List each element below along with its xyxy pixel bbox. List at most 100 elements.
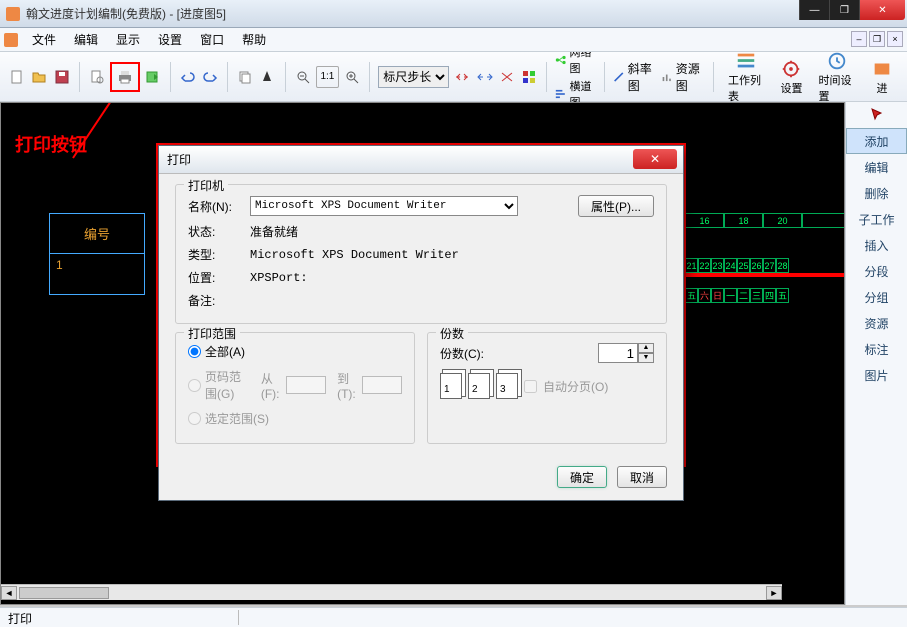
cal-cell: 18	[724, 213, 763, 228]
menu-settings[interactable]: 设置	[150, 29, 190, 50]
save-icon[interactable]	[52, 66, 70, 88]
collate-label: 自动分页(O)	[543, 378, 608, 395]
printer-select[interactable]: Microsoft XPS Document Writer	[250, 196, 518, 216]
cancel-button[interactable]: 取消	[617, 466, 667, 488]
slope-view-button[interactable]: 斜率图	[613, 60, 657, 94]
undo-icon[interactable]	[179, 66, 197, 88]
cal-cell: 一	[724, 288, 737, 303]
gantt-row-id: 1	[50, 254, 144, 294]
cal-cell: 六	[698, 288, 711, 303]
scroll-left-icon[interactable]: ◄	[1, 586, 17, 600]
to-input	[362, 376, 402, 394]
dialog-titlebar[interactable]: 打印 ✕	[159, 146, 683, 174]
cal-cell: 23	[711, 258, 724, 273]
app-icon	[6, 7, 20, 21]
cal-cell: 22	[698, 258, 711, 273]
cal-cell: 25	[737, 258, 750, 273]
settings-button[interactable]: 设置	[774, 56, 808, 98]
side-edit[interactable]: 编辑	[846, 154, 907, 180]
scale-select[interactable]: 标尺步长	[378, 66, 449, 88]
menu-view[interactable]: 显示	[108, 29, 148, 50]
side-subtask[interactable]: 子工作	[846, 206, 907, 232]
side-segment[interactable]: 分段	[846, 258, 907, 284]
side-annotate[interactable]: 标注	[846, 336, 907, 362]
mdi-minimize-button[interactable]: –	[851, 31, 867, 47]
spotlight-icon[interactable]	[258, 66, 276, 88]
range-all-radio[interactable]	[188, 345, 201, 358]
arrows-out-icon[interactable]	[476, 66, 494, 88]
gantt-col-header: 编号	[50, 214, 144, 254]
menubar: 文件 编辑 显示 设置 窗口 帮助 – ❐ ×	[0, 28, 907, 52]
preview-icon[interactable]	[88, 66, 106, 88]
collapse-icon[interactable]	[498, 66, 516, 88]
pointer-icon[interactable]	[846, 102, 907, 128]
side-resource[interactable]: 资源	[846, 310, 907, 336]
copy-icon[interactable]	[236, 66, 254, 88]
horizontal-scrollbar[interactable]: ◄ ►	[1, 584, 782, 600]
scroll-thumb[interactable]	[19, 587, 109, 599]
print-button-highlight	[110, 62, 140, 92]
side-image[interactable]: 图片	[846, 362, 907, 388]
menu-edit[interactable]: 编辑	[66, 29, 106, 50]
side-delete[interactable]: 删除	[846, 180, 907, 206]
properties-button[interactable]: 属性(P)...	[578, 195, 654, 217]
spin-up-icon[interactable]: ▲	[638, 343, 654, 353]
cal-cell: 四	[763, 288, 776, 303]
worklist-button[interactable]: 工作列表	[722, 48, 770, 106]
cal-cell: 21	[685, 258, 698, 273]
cal-cell: 16	[685, 213, 724, 228]
range-group: 打印范围 全部(A) 页码范围(G) 从(F): 到(T): 选定范围(S)	[175, 332, 415, 444]
redo-icon[interactable]	[201, 66, 219, 88]
ok-button[interactable]: 确定	[557, 466, 607, 488]
collate-page-icon: 2	[468, 373, 490, 399]
minimize-button[interactable]: —	[799, 0, 829, 20]
dialog-close-button[interactable]: ✕	[633, 149, 677, 169]
cal-cell: 三	[750, 288, 763, 303]
export-icon[interactable]	[144, 66, 162, 88]
status-text: 打印	[8, 610, 238, 625]
range-selection-label: 选定范围(S)	[205, 410, 269, 427]
new-file-icon[interactable]	[8, 66, 26, 88]
status-label: 状态:	[188, 223, 244, 240]
mdi-restore-button[interactable]: ❐	[869, 31, 885, 47]
menu-file[interactable]: 文件	[24, 29, 64, 50]
menu-help[interactable]: 帮助	[234, 29, 274, 50]
close-button[interactable]: ✕	[859, 0, 905, 20]
collate-page-icon: 3	[496, 373, 518, 399]
mdi-close-button[interactable]: ×	[887, 31, 903, 47]
copies-input[interactable]	[598, 343, 638, 363]
collate-page-icon: 1	[440, 373, 462, 399]
group-title: 打印机	[184, 177, 228, 194]
side-insert[interactable]: 插入	[846, 232, 907, 258]
statusbar: 打印	[0, 607, 907, 627]
grid-color-icon[interactable]	[520, 66, 538, 88]
location-value: XPSPort:	[250, 271, 308, 285]
group-title: 打印范围	[184, 325, 240, 342]
side-group[interactable]: 分组	[846, 284, 907, 310]
menu-window[interactable]: 窗口	[192, 29, 232, 50]
more-button[interactable]: 进	[865, 56, 899, 98]
print-icon[interactable]	[114, 66, 136, 88]
time-settings-button[interactable]: 时间设置	[812, 48, 860, 106]
side-add[interactable]: 添加	[846, 128, 907, 154]
range-all-label: 全部(A)	[205, 343, 245, 360]
arrows-in-icon[interactable]	[453, 66, 471, 88]
location-label: 位置:	[188, 269, 244, 286]
cal-cell	[802, 213, 845, 228]
zoom-out-icon[interactable]	[293, 66, 311, 88]
scroll-right-icon[interactable]: ►	[766, 586, 782, 600]
zoom-ratio-icon[interactable]: 1:1	[316, 66, 340, 88]
cal-cell: 28	[776, 258, 789, 273]
spin-down-icon[interactable]: ▼	[638, 353, 654, 363]
copies-group: 份数 份数(C): ▲▼ 1 2 3 自动分页(O)	[427, 332, 667, 444]
collate-checkbox	[524, 380, 537, 393]
resource-view-button[interactable]: 资源图	[661, 60, 705, 94]
cal-cell: 日	[711, 288, 724, 303]
from-input	[286, 376, 326, 394]
open-icon[interactable]	[30, 66, 48, 88]
cal-cell: 27	[763, 258, 776, 273]
app-icon-small	[4, 33, 18, 47]
type-label: 类型:	[188, 246, 244, 263]
maximize-button[interactable]: ❐	[829, 0, 859, 20]
zoom-in-icon[interactable]	[343, 66, 361, 88]
